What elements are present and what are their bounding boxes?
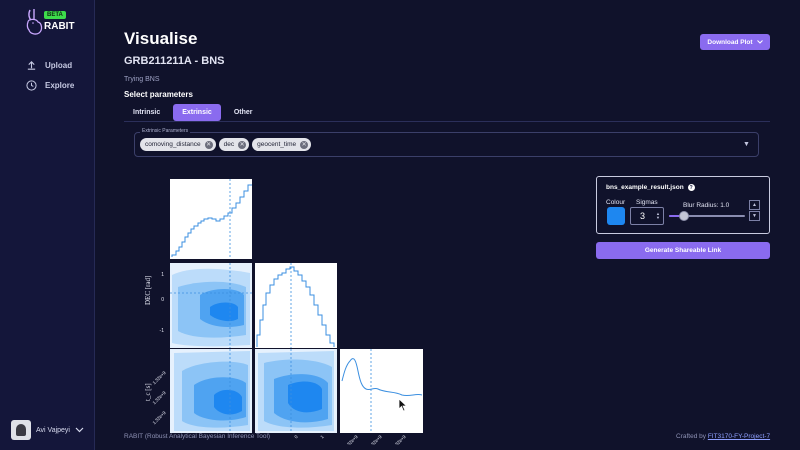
x-tick-tc: 1.32e+9 xyxy=(344,434,359,445)
colour-label: Colour xyxy=(606,199,626,206)
x-tick-dec: 0 xyxy=(293,434,299,440)
tc-tick: 1.32e+9 xyxy=(152,370,167,385)
extrinsic-parameters-legend: Extrinsic Parameters xyxy=(140,128,191,134)
sigmas-input[interactable]: 3 ▲ ▼ xyxy=(630,207,664,225)
tab-other[interactable]: Other xyxy=(225,104,262,121)
chip-label: comoving_distance xyxy=(145,141,201,148)
select-parameters-label: Select parameters xyxy=(124,90,193,99)
sigmas-value: 3 xyxy=(640,211,646,221)
user-menu[interactable]: Avi Vajpeyi xyxy=(11,420,84,440)
app-logo[interactable]: BETA RABIT xyxy=(24,8,75,48)
colour-picker[interactable] xyxy=(607,207,625,225)
generate-shareable-link-button[interactable]: Generate Shareable Link xyxy=(596,242,770,259)
footer-app-name: RABIT (Robust Analytical Bayesian Infere… xyxy=(124,433,271,440)
page-title: Visualise xyxy=(124,29,198,48)
app-logo-text: RABIT xyxy=(44,21,75,32)
download-plot-label: Download Plot xyxy=(707,38,753,46)
corner-plot: DEC [rad] t_c [s] 1 0 -1 1.32e+9 1.32e+9… xyxy=(138,175,428,449)
ylabel-tc: t_c [s] xyxy=(144,383,152,401)
tab-extrinsic[interactable]: Extrinsic xyxy=(173,104,221,121)
footer-credit-link[interactable]: FIT3170-FY-Project-7 xyxy=(708,433,770,440)
sidebar-item-label: Upload xyxy=(45,61,73,70)
user-name: Avi Vajpeyi xyxy=(36,426,70,434)
sidebar-item-upload[interactable]: Upload xyxy=(26,60,72,71)
sidebar: BETA RABIT Upload Explore Avi Vajpeyi xyxy=(0,0,95,450)
tab-divider xyxy=(124,121,770,122)
chip-dec[interactable]: dec ✕ xyxy=(218,138,250,151)
chip-label: dec xyxy=(223,141,235,148)
chevron-down-icon xyxy=(756,40,763,44)
chip-comoving-distance[interactable]: comoving_distance ✕ xyxy=(140,138,216,151)
chevron-down-icon[interactable]: ▼ xyxy=(749,211,760,221)
tab-intrinsic[interactable]: Intrinsic xyxy=(124,104,169,121)
footer-credit-prefix: Crafted by xyxy=(676,433,706,440)
dec-tick: 1 xyxy=(161,272,164,278)
close-icon[interactable]: ✕ xyxy=(204,140,213,149)
blur-radius-label: Blur Radius: 1.0 xyxy=(683,202,730,209)
blur-radius-thumb[interactable] xyxy=(679,211,690,221)
sidebar-item-label: Explore xyxy=(45,81,75,90)
result-description: Trying BNS xyxy=(124,76,160,83)
result-filename: bns_example_result.json xyxy=(606,184,684,191)
blur-stepper: ▲ ▼ xyxy=(749,200,760,222)
help-icon[interactable]: ? xyxy=(687,184,695,191)
sidebar-item-explore[interactable]: Explore xyxy=(26,80,74,91)
beta-badge: BETA xyxy=(44,11,66,19)
hist-dec xyxy=(255,263,337,348)
rabbit-logo-icon xyxy=(26,8,43,35)
selected-parameter-chips: comoving_distance ✕ dec ✕ geocent_time ✕ xyxy=(140,138,312,151)
download-plot-button[interactable]: Download Plot xyxy=(700,34,770,50)
corner-plot-svg: DEC [rad] t_c [s] 1 0 -1 1.32e+9 1.32e+9… xyxy=(144,179,423,449)
close-icon[interactable]: ✕ xyxy=(238,140,247,149)
dec-tick: -1 xyxy=(160,328,165,334)
x-tick-tc: 1.32e+9 xyxy=(392,434,407,445)
spinner-icon[interactable]: ▲ ▼ xyxy=(656,212,660,220)
mouse-cursor-icon xyxy=(398,398,408,412)
explore-icon xyxy=(26,80,37,91)
avatar xyxy=(11,420,31,440)
footer-credit: Crafted by FIT3170-FY-Project-7 xyxy=(676,433,770,440)
caret-down-icon[interactable]: ▼ xyxy=(743,141,750,148)
tc-tick: 1.32e+9 xyxy=(152,410,167,425)
x-tick-tc: 1.32e+9 xyxy=(368,434,383,445)
x-tick-dec: 1 xyxy=(319,434,325,440)
ylabel-dec: DEC [rad] xyxy=(144,276,152,305)
chip-label: geocent_time xyxy=(257,141,297,148)
tc-tick: 1.32e+9 xyxy=(152,390,167,405)
panel-title: bns_example_result.json ? xyxy=(606,184,695,191)
chip-geocent-time[interactable]: geocent_time ✕ xyxy=(252,138,312,151)
plot-settings-panel: bns_example_result.json ? Colour Sigmas … xyxy=(596,176,770,234)
close-icon[interactable]: ✕ xyxy=(300,140,309,149)
upload-icon xyxy=(27,61,36,70)
parameter-tabs: Intrinsic Extrinsic Other xyxy=(124,104,261,121)
hist-tc xyxy=(340,349,423,433)
result-subtitle: GRB211211A - BNS xyxy=(124,55,225,67)
dec-tick: 0 xyxy=(161,297,164,303)
sigmas-label: Sigmas xyxy=(636,199,658,206)
chevron-down-icon xyxy=(75,427,84,433)
chevron-up-icon[interactable]: ▲ xyxy=(749,200,760,210)
